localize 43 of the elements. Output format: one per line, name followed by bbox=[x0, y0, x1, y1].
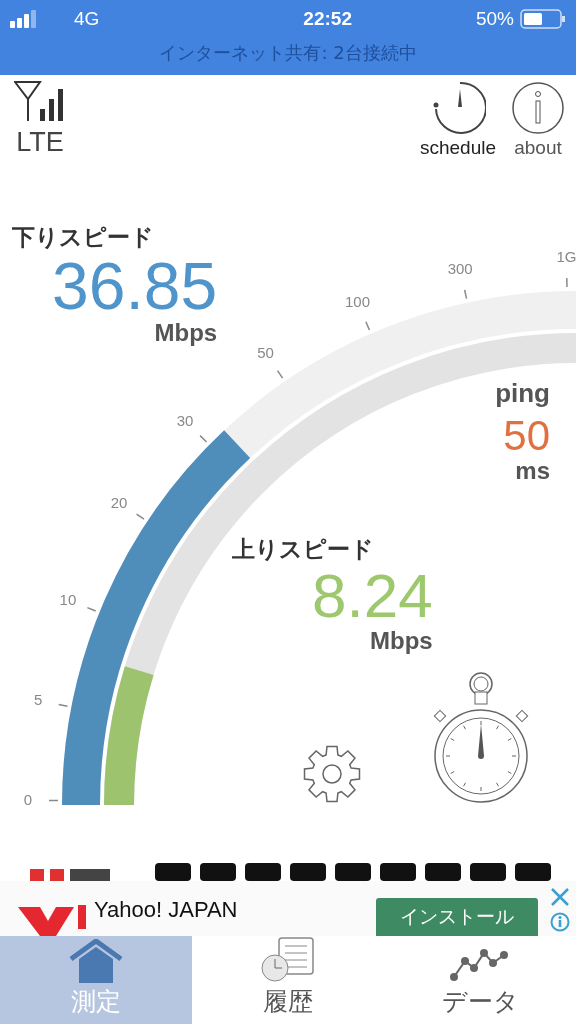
scale-label: 30 bbox=[176, 411, 194, 429]
ping-label: ping bbox=[495, 378, 550, 410]
ping-unit: ms bbox=[515, 457, 550, 486]
upload-speed: 8.24 bbox=[312, 565, 433, 628]
antenna-signal-icon bbox=[14, 80, 66, 123]
schedule-button[interactable]: schedule bbox=[419, 80, 496, 159]
scale-label: 50 bbox=[257, 344, 274, 362]
download-label: 下りスピード bbox=[12, 223, 155, 253]
upload-label: 上りスピード bbox=[232, 535, 375, 565]
tick-mark bbox=[57, 703, 69, 707]
tick-mark bbox=[276, 369, 284, 379]
ping-value: 50 bbox=[503, 415, 550, 458]
network-label: LTE bbox=[16, 126, 64, 158]
tick-mark bbox=[365, 321, 371, 331]
info-icon[interactable] bbox=[550, 911, 570, 932]
home-icon bbox=[69, 939, 123, 983]
tick-mark bbox=[48, 799, 59, 802]
battery-percent: 50% bbox=[475, 8, 514, 30]
scale-label: 100 bbox=[344, 293, 370, 311]
scale-label: 5 bbox=[33, 691, 43, 709]
upload-unit: Mbps bbox=[370, 627, 433, 656]
battery-icon bbox=[520, 9, 566, 29]
download-unit: Mbps bbox=[154, 319, 218, 348]
close-icon[interactable] bbox=[550, 886, 570, 907]
download-speed: 36.85 bbox=[52, 253, 218, 320]
scale-label: 300 bbox=[447, 260, 473, 278]
ad-title: Yahoo! JAPAN bbox=[94, 896, 238, 923]
tick-mark bbox=[199, 434, 208, 443]
scale-label: 0 bbox=[23, 791, 33, 806]
tick-mark bbox=[86, 606, 97, 612]
scale-label: 10 bbox=[59, 590, 77, 608]
tick-mark bbox=[463, 289, 468, 300]
hotspot-status-text: インターネット共有: 2台接続中 bbox=[158, 41, 418, 65]
gear-icon[interactable] bbox=[302, 744, 362, 805]
info-icon bbox=[510, 80, 566, 135]
about-button[interactable]: about bbox=[510, 80, 566, 159]
install-button[interactable]: インストール bbox=[376, 897, 538, 936]
scale-label: 20 bbox=[110, 493, 128, 511]
network-type: 4G bbox=[74, 8, 100, 30]
tick-mark bbox=[135, 513, 145, 520]
clock: 22:52 bbox=[302, 8, 352, 30]
scale-label: 1G bbox=[556, 248, 576, 266]
tick-mark bbox=[566, 277, 568, 288]
